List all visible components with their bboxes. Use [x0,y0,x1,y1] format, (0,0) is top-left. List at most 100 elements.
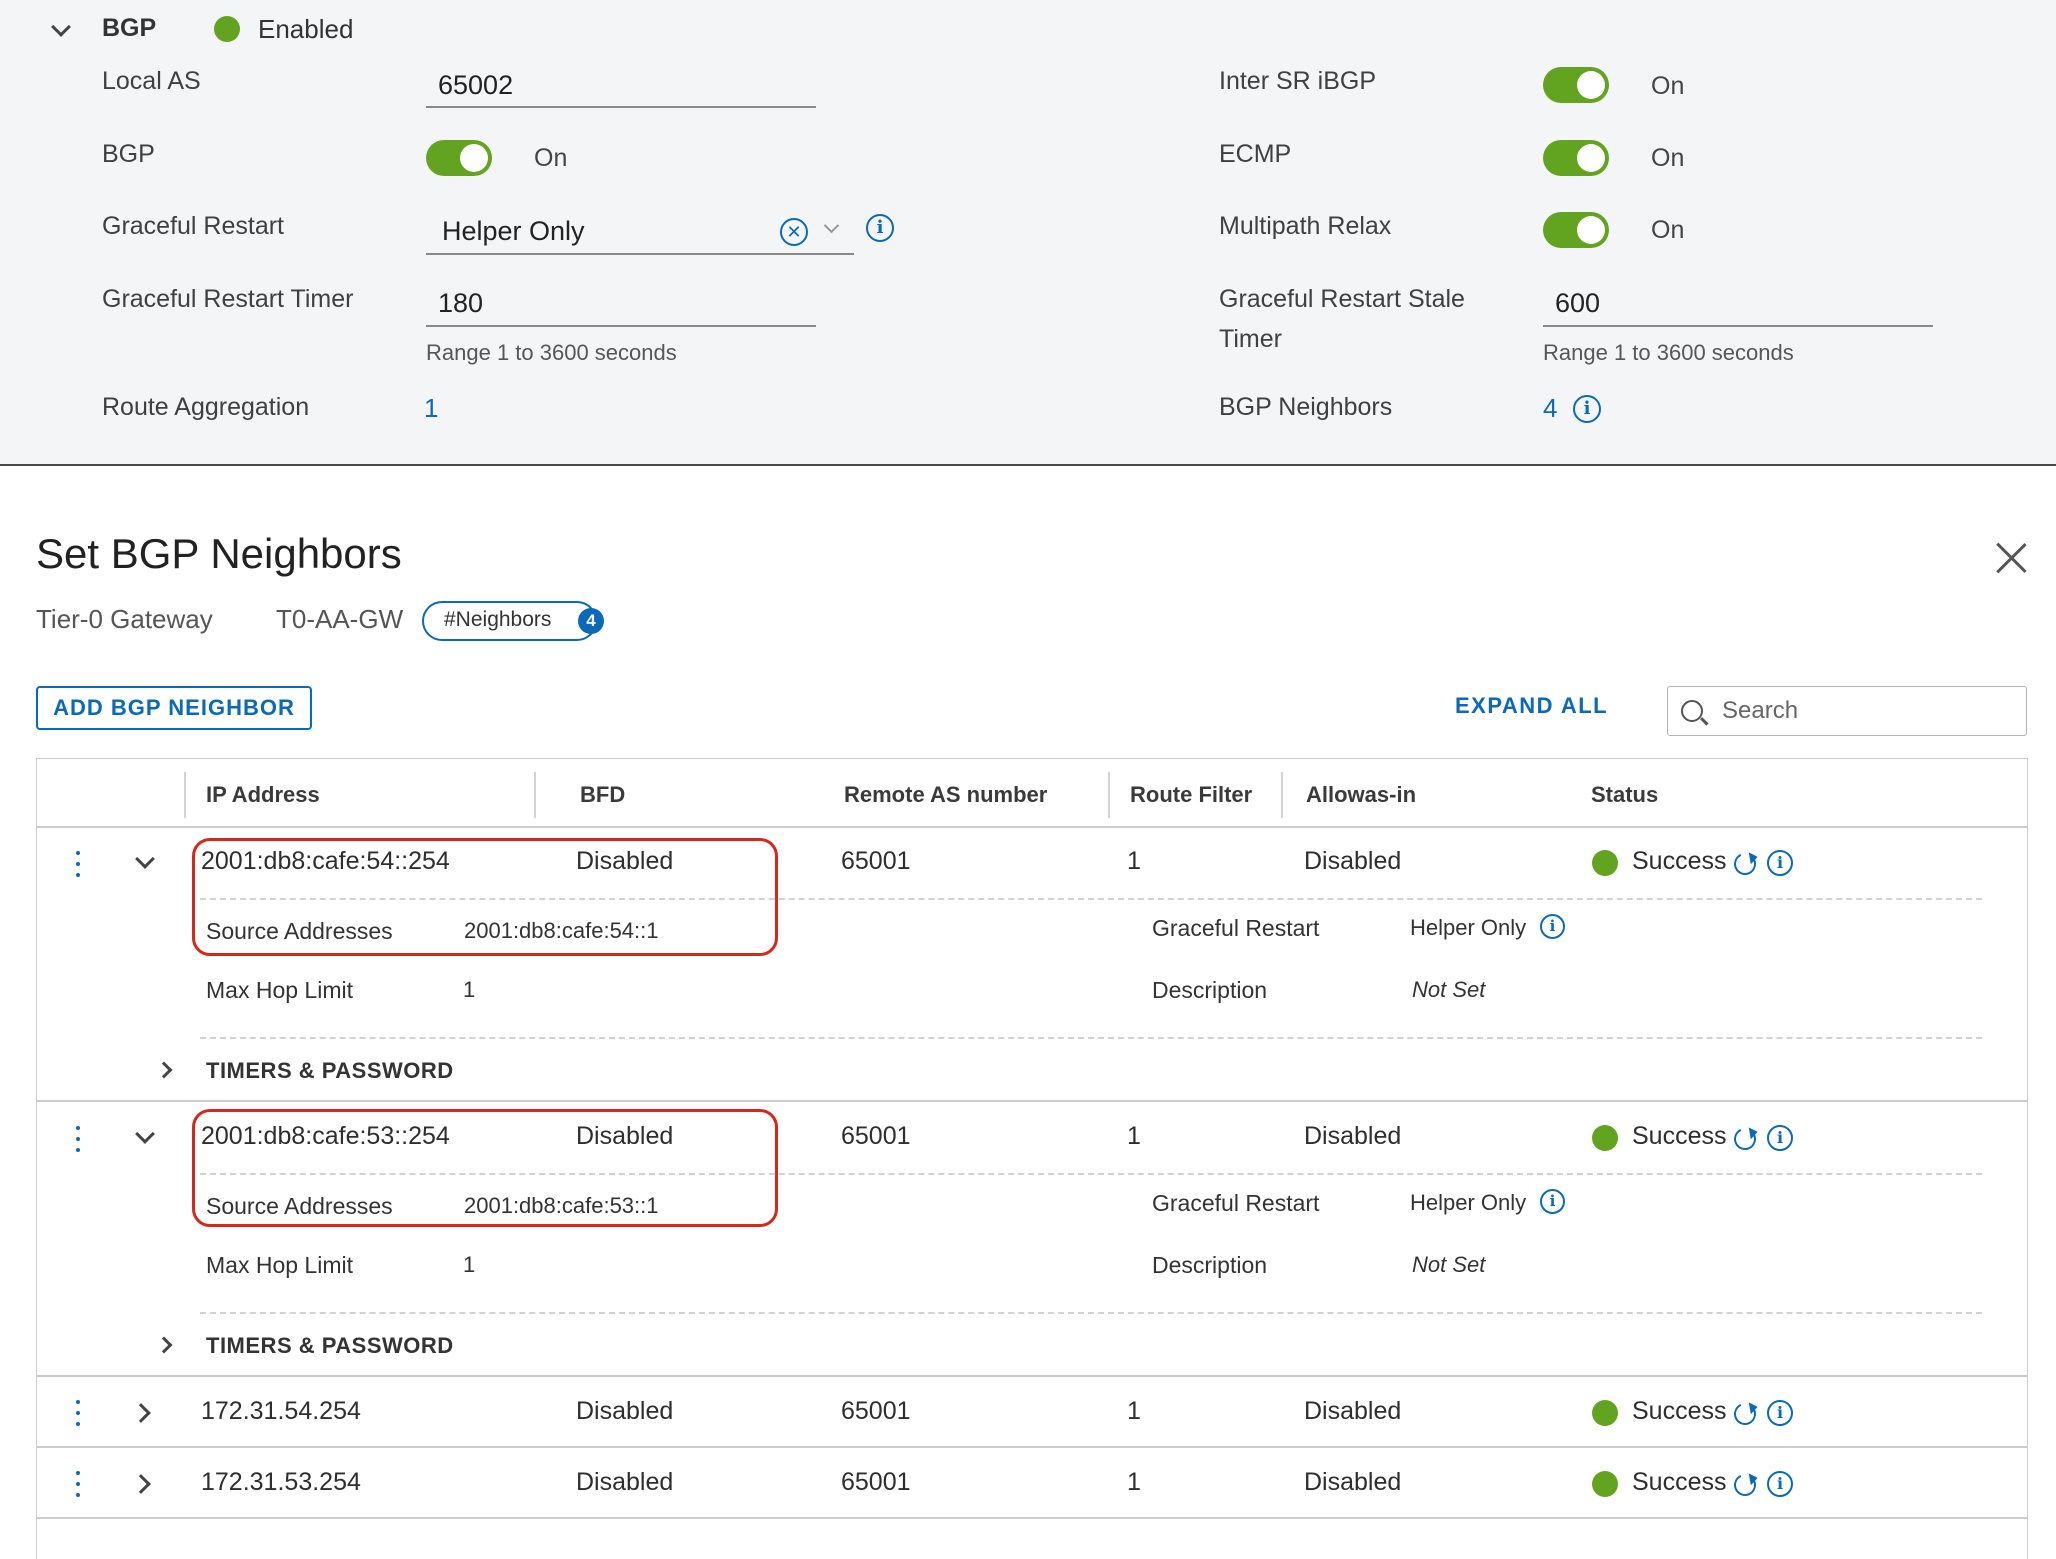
neighbor-route-filter-link[interactable]: 1 [1127,847,1141,876]
column-header-remote-as[interactable]: Remote AS number [844,782,1047,808]
row-actions-kebab-icon[interactable] [76,1471,80,1497]
status-info-icon[interactable]: i [1767,1471,1793,1497]
header-divider [36,826,2028,828]
ecmp-toggle-text: On [1651,144,1685,172]
expand-all-button[interactable]: EXPAND ALL [1455,693,1608,719]
neighbor-route-filter-link[interactable]: 1 [1127,1397,1141,1426]
neighbor-ip: 172.31.53.254 [201,1468,361,1496]
success-status-icon [1592,1125,1618,1151]
search-field[interactable]: Search [1667,686,2027,736]
dropdown-chevron-icon[interactable] [823,217,840,234]
bgp-neighbors-label: BGP Neighbors [1219,393,1393,421]
neighbor-graceful-restart-label: Graceful Restart [1152,1190,1320,1216]
neighbor-ip: 172.31.54.254 [201,1397,361,1425]
graceful-restart-timer-input[interactable]: 180 [438,288,483,319]
neighbor-allowas-in: Disabled [1304,1397,1402,1425]
add-bgp-neighbor-button[interactable]: ADD BGP NEIGHBOR [36,686,312,730]
highlight-box [192,1109,778,1227]
neighbor-route-filter-link[interactable]: 1 [1127,1468,1141,1497]
graceful-restart-select[interactable]: Helper Only [442,216,585,247]
column-header-allowas-in[interactable]: Allowas-in [1306,782,1416,808]
row-actions-kebab-icon[interactable] [76,1126,80,1152]
column-header-ip[interactable]: IP Address [206,782,320,808]
description-value: Not Set [1412,977,1486,1002]
column-header-status[interactable]: Status [1591,782,1658,808]
description-label: Description [1152,977,1268,1003]
graceful-restart-timer-label: Graceful Restart Timer [102,285,354,313]
local-as-input[interactable]: 65002 [438,70,513,101]
column-header-route-filter[interactable]: Route Filter [1130,782,1252,808]
multipath-relax-toggle-text: On [1651,216,1685,244]
column-divider [184,772,186,818]
neighbor-bfd: Disabled [576,1468,674,1496]
row-actions-kebab-icon[interactable] [76,1400,80,1426]
ecmp-toggle[interactable] [1543,140,1609,176]
graceful-restart-info-icon[interactable]: i [1540,1189,1565,1214]
graceful-restart-label: Graceful Restart [102,212,285,240]
stale-timer-label: Graceful Restart Stale [1219,285,1465,313]
column-divider [1281,772,1283,818]
neighbor-status: Success [1632,847,1727,875]
bgp-neighbors-link[interactable]: 4 [1543,393,1557,424]
neighbor-status: Success [1632,1468,1727,1496]
timers-password-toggle[interactable]: TIMERS & PASSWORD [206,1058,454,1084]
row-divider [36,1375,2028,1377]
row-detail-divider [200,1312,1982,1314]
inter-sr-ibgp-label: Inter SR iBGP [1219,67,1376,95]
search-icon [1681,700,1703,722]
success-status-icon [1592,850,1618,876]
neighbor-remote-as: 65001 [841,1122,911,1150]
search-input[interactable]: Search [1722,697,1798,725]
gateway-type-label: Tier-0 Gateway [36,604,213,634]
bgp-status-text: Enabled [258,14,354,44]
graceful-restart-underline [426,253,854,255]
description-label: Description [1152,1252,1268,1278]
bgp-config-panel: BGP Enabled Local AS 65002 BGP On Gracef… [0,0,2056,466]
neighbor-graceful-restart-value: Helper Only [1410,1190,1527,1215]
multipath-relax-label: Multipath Relax [1219,212,1392,240]
max-hop-limit-value: 1 [463,977,476,1002]
status-info-icon[interactable]: i [1767,850,1793,876]
neighbors-badge: #Neighbors [422,601,598,641]
stale-timer-label-line2: Timer [1219,325,1282,353]
neighbor-remote-as: 65001 [841,1397,911,1425]
column-divider [534,772,536,818]
status-info-icon[interactable]: i [1767,1125,1793,1151]
graceful-restart-info-icon[interactable]: i [866,214,894,242]
bgp-section-title: BGP [102,14,157,42]
inter-sr-ibgp-toggle[interactable] [1543,67,1609,103]
status-info-icon[interactable]: i [1767,1400,1793,1426]
route-aggregation-link[interactable]: 1 [424,393,438,424]
bgp-toggle[interactable] [426,140,492,176]
max-hop-limit-label: Max Hop Limit [206,1252,353,1278]
neighbor-status: Success [1632,1122,1727,1150]
multipath-relax-toggle[interactable] [1543,212,1609,248]
neighbor-remote-as: 65001 [841,847,911,875]
column-header-bfd[interactable]: BFD [580,782,625,808]
success-status-icon [1592,1400,1618,1426]
timers-password-toggle[interactable]: TIMERS & PASSWORD [206,1333,454,1359]
clear-selection-icon[interactable]: ✕ [780,218,808,246]
collapse-chevron-icon[interactable] [51,17,71,37]
row-divider [36,1100,2028,1102]
neighbor-graceful-restart-label: Graceful Restart [1152,915,1320,941]
neighbor-route-filter-link[interactable]: 1 [1127,1122,1141,1151]
gateway-name: T0-AA-GW [276,604,404,634]
enabled-status-icon [214,16,240,42]
stale-timer-input[interactable]: 600 [1555,288,1600,319]
row-actions-kebab-icon[interactable] [76,851,80,877]
neighbors-badge-label: #Neighbors [444,608,552,631]
close-icon[interactable] [1994,540,2028,574]
stale-timer-underline [1543,325,1933,327]
modal-title: Set BGP Neighbors [36,530,402,577]
bgp-neighbors-info-icon[interactable]: i [1573,395,1601,423]
description-value: Not Set [1412,1252,1486,1277]
row-detail-divider [200,1037,1982,1039]
graceful-restart-timer-underline [426,325,816,327]
row-divider [36,1446,2028,1448]
column-divider [1108,772,1110,818]
graceful-restart-timer-hint: Range 1 to 3600 seconds [426,340,677,365]
neighbor-bfd: Disabled [576,1397,674,1425]
graceful-restart-info-icon[interactable]: i [1540,914,1565,939]
neighbor-status: Success [1632,1397,1727,1425]
